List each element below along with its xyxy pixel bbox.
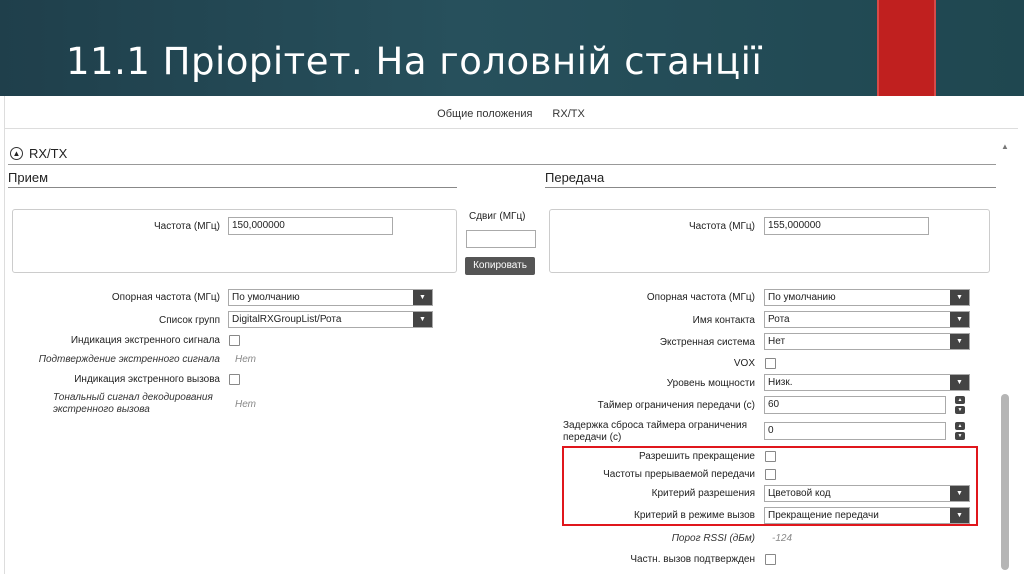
rx-emerg-ind-label: Индикация экстренного сигнала <box>70 335 220 346</box>
rx-divider <box>8 187 457 188</box>
copy-button[interactable]: Копировать <box>465 257 535 275</box>
rx-emerg-call-ind-label: Индикация экстренного вызова <box>74 374 220 385</box>
chevron-down-icon[interactable]: ▼ <box>413 312 432 327</box>
tx-rssi-label: Порог RSSI (дБм) <box>671 533 755 544</box>
tx-ref-freq-label: Опорная частота (МГц) <box>646 292 755 303</box>
tx-header: Передача <box>545 170 605 185</box>
tx-tot-stepper[interactable]: ▲ ▼ <box>955 396 965 414</box>
tx-emerg-sys-value: Нет <box>768 336 786 347</box>
chevron-down-icon[interactable]: ▼ <box>950 334 969 349</box>
rx-group-list-label: Список групп <box>159 315 220 326</box>
rx-ref-freq-value: По умолчанию <box>232 292 300 303</box>
chevron-down-icon[interactable]: ▼ <box>950 375 969 390</box>
tx-tot-reset-input[interactable]: 0 <box>764 422 946 440</box>
tx-ref-freq-value: По умолчанию <box>768 292 836 303</box>
tab-general[interactable]: Общие положения <box>437 99 532 128</box>
section-title: RX/TX <box>29 146 68 161</box>
stepper-up-icon[interactable]: ▲ <box>955 422 965 430</box>
tx-ref-freq-select[interactable]: По умолчанию ▼ <box>764 289 970 306</box>
slide-title: 11.1 Пріорітет. На головній станції <box>66 40 763 83</box>
rx-ref-freq-select[interactable]: По умолчанию ▼ <box>228 289 433 306</box>
tx-call-confirm-checkbox[interactable] <box>765 554 776 565</box>
rx-emerg-ind-checkbox[interactable] <box>229 335 240 346</box>
tx-power-label: Уровень мощности <box>666 378 755 389</box>
tx-tot-input[interactable]: 60 <box>764 396 946 414</box>
tx-power-select[interactable]: Низк. ▼ <box>764 374 970 391</box>
rx-group-list-value: DigitalRXGroupList/Рота <box>232 314 342 325</box>
tx-rssi-value: -124 <box>772 533 793 544</box>
tx-freq-label: Частота (МГц) <box>689 221 755 232</box>
scroll-thumb[interactable] <box>1001 394 1009 570</box>
rx-emerg-confirm-value: Нет <box>235 354 257 365</box>
stepper-down-icon[interactable]: ▼ <box>955 406 965 414</box>
rx-tone-decode-value: Нет <box>235 399 257 410</box>
rx-header: Прием <box>8 170 49 185</box>
rx-tone-decode-label-2: экстренного вызова <box>53 404 150 415</box>
rx-emerg-call-ind-checkbox[interactable] <box>229 374 240 385</box>
tx-freq-input[interactable]: 155,000000 <box>764 217 929 235</box>
tx-emerg-sys-label: Экстренная система <box>659 337 755 348</box>
rx-ref-freq-label: Опорная частота (МГц) <box>111 292 220 303</box>
tx-emerg-sys-select[interactable]: Нет ▼ <box>764 333 970 350</box>
scrollbar[interactable]: ▲ <box>1000 142 1010 572</box>
stepper-up-icon[interactable]: ▲ <box>955 396 965 404</box>
divider <box>8 164 996 165</box>
tx-call-confirm-label: Частн. вызов подтвержден <box>630 554 755 565</box>
shift-label: Сдвиг (МГц) <box>469 211 526 222</box>
rx-freq-label: Частота (МГц) <box>154 221 220 232</box>
tx-divider <box>545 187 996 188</box>
section-header[interactable]: ▲ RX/TX <box>10 146 67 161</box>
shift-input[interactable] <box>466 230 536 248</box>
tx-contact-label: Имя контакта <box>692 315 755 326</box>
rx-group-list-select[interactable]: DigitalRXGroupList/Рота ▼ <box>228 311 433 328</box>
tx-vox-checkbox[interactable] <box>765 358 776 369</box>
accent-bar <box>877 0 936 96</box>
top-tabs: Общие положения RX/TX <box>4 99 1018 129</box>
scroll-up-icon[interactable]: ▲ <box>1001 142 1009 151</box>
chevron-down-icon[interactable]: ▼ <box>950 290 969 305</box>
tx-tot-label: Таймер ограничения передачи (с) <box>597 400 755 411</box>
tx-tot-reset-stepper[interactable]: ▲ ▼ <box>955 422 965 440</box>
highlight-box <box>562 446 978 526</box>
collapse-icon[interactable]: ▲ <box>10 147 23 160</box>
tx-contact-value: Рота <box>768 314 790 325</box>
tx-tot-reset-label-2: передачи (с) <box>563 432 622 443</box>
tx-contact-select[interactable]: Рота ▼ <box>764 311 970 328</box>
tx-tot-reset-label-1: Задержка сброса таймера ограничения <box>563 420 748 431</box>
rx-emerg-confirm-label: Подтверждение экстренного сигнала <box>38 354 220 365</box>
stepper-down-icon[interactable]: ▼ <box>955 432 965 440</box>
rx-freq-input[interactable]: 150,000000 <box>228 217 393 235</box>
tx-vox-label: VOX <box>733 358 755 369</box>
tx-power-value: Низк. <box>768 377 793 388</box>
chevron-down-icon[interactable]: ▼ <box>413 290 432 305</box>
rx-tone-decode-label-1: Тональный сигнал декодирования <box>53 392 213 403</box>
tab-rxtx[interactable]: RX/TX <box>552 99 584 128</box>
chevron-down-icon[interactable]: ▼ <box>950 312 969 327</box>
